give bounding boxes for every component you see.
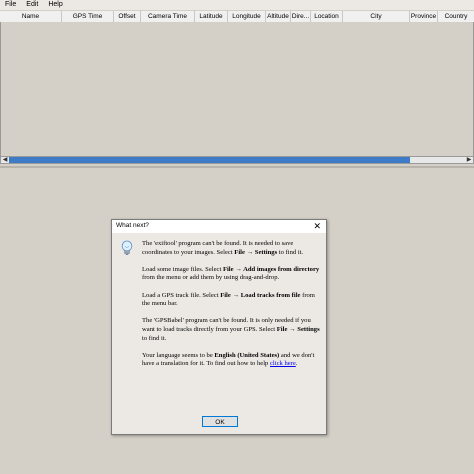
- load-tracks-message: Load a GPS track file. Select File → Loa…: [142, 291, 315, 308]
- column-latitude[interactable]: Latitude: [195, 11, 228, 22]
- image-table-body[interactable]: [0, 22, 474, 156]
- scroll-left-icon[interactable]: ◀: [1, 157, 9, 163]
- column-camera-time[interactable]: Camera Time: [141, 11, 195, 22]
- column-city[interactable]: City: [343, 11, 410, 22]
- column-gps-time[interactable]: GPS Time: [62, 11, 114, 22]
- exiftool-message: The 'exiftool' program can't be found. I…: [142, 240, 304, 256]
- column-name[interactable]: Name: [0, 11, 62, 22]
- language-message: Your language seems to be English (Unite…: [142, 351, 315, 368]
- horizontal-scrollbar[interactable]: ◀ ▶: [0, 156, 474, 164]
- ok-button[interactable]: OK: [202, 416, 238, 427]
- menu-help[interactable]: Help: [43, 0, 67, 10]
- what-next-dialog: What next? ✕ The 'exiftool' program can'…: [111, 219, 327, 435]
- dialog-title: What next?: [116, 222, 149, 229]
- scrollbar-thumb[interactable]: [9, 157, 410, 163]
- dialog-titlebar[interactable]: What next? ✕: [112, 220, 326, 233]
- column-direction[interactable]: Dire...: [291, 11, 311, 22]
- load-images-message: Load some image files. Select File → Add…: [142, 265, 320, 282]
- column-province[interactable]: Province: [410, 11, 438, 22]
- close-icon[interactable]: ✕: [313, 221, 321, 231]
- dialog-message: The 'exiftool' program can't be found. I…: [142, 240, 320, 378]
- menu-edit[interactable]: Edit: [21, 0, 43, 10]
- column-country[interactable]: Country: [438, 11, 474, 22]
- menu-bar: File Edit Help: [0, 0, 474, 10]
- click-here-link[interactable]: click here: [270, 360, 296, 367]
- scroll-right-icon[interactable]: ▶: [465, 157, 473, 163]
- lightbulb-icon: [121, 240, 133, 255]
- gpsbabel-message: The 'GPSBabel' program can't be found. I…: [142, 317, 320, 342]
- column-location[interactable]: Location: [311, 11, 343, 22]
- menu-file[interactable]: File: [0, 0, 21, 10]
- column-offset[interactable]: Offset: [114, 11, 141, 22]
- column-altitude[interactable]: Altitude: [266, 11, 291, 22]
- column-longitude[interactable]: Longitude: [228, 11, 266, 22]
